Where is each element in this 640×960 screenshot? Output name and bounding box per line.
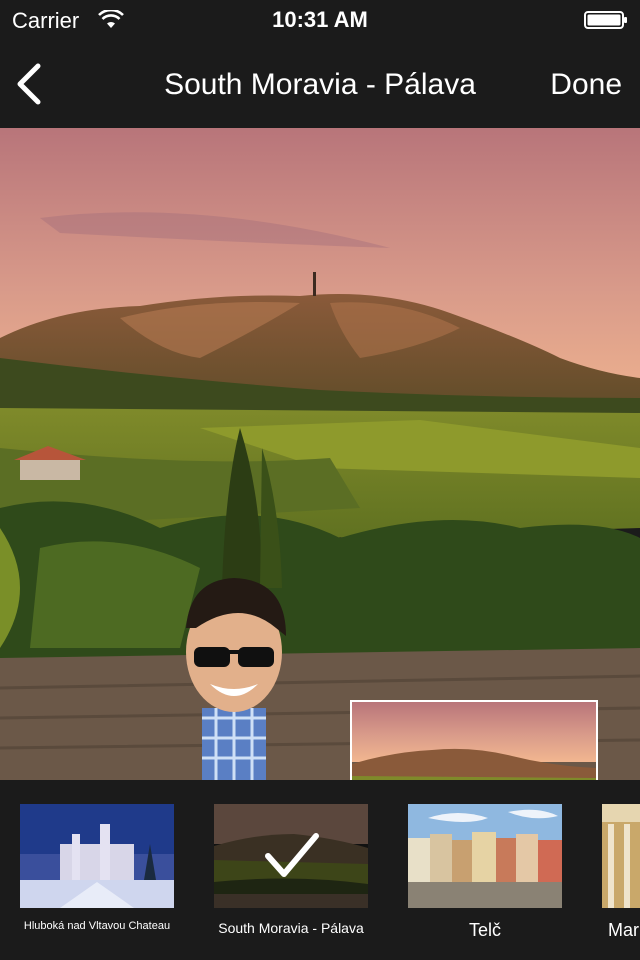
location-thumb-hluboka[interactable] bbox=[20, 804, 174, 908]
preview-image bbox=[352, 702, 596, 780]
location-label-mar: Mar bbox=[608, 920, 639, 940]
location-thumb-mar[interactable] bbox=[602, 804, 640, 908]
location-thumb-telc[interactable] bbox=[408, 804, 562, 908]
chateau-image bbox=[20, 804, 174, 908]
chevron-left-icon[interactable] bbox=[14, 62, 44, 106]
status-bar: Carrier 10:31 AM bbox=[0, 0, 640, 40]
navigation-bar: South Moravia - Pálava Done bbox=[0, 40, 640, 128]
background-photo bbox=[0, 128, 640, 780]
landscape-image bbox=[0, 128, 640, 780]
telc-image bbox=[408, 804, 562, 908]
page-title: South Moravia - Pálava bbox=[164, 68, 476, 101]
clock: 10:31 AM bbox=[272, 7, 368, 32]
colonnade-image bbox=[602, 804, 640, 908]
done-button[interactable]: Done bbox=[550, 68, 622, 102]
location-picker: Hluboká nad Vltavou Chateau South Moravi… bbox=[0, 780, 640, 960]
location-label-telc: Telč bbox=[468, 920, 501, 940]
checkmark-icon bbox=[265, 833, 319, 877]
location-label-hluboka: Hluboká nad Vltavou Chateau bbox=[23, 920, 171, 932]
preview-thumbnail[interactable] bbox=[350, 700, 598, 780]
location-label-palava: South Moravia - Pálava bbox=[218, 920, 364, 936]
battery-icon bbox=[584, 11, 627, 29]
location-thumb-palava[interactable] bbox=[214, 804, 368, 908]
